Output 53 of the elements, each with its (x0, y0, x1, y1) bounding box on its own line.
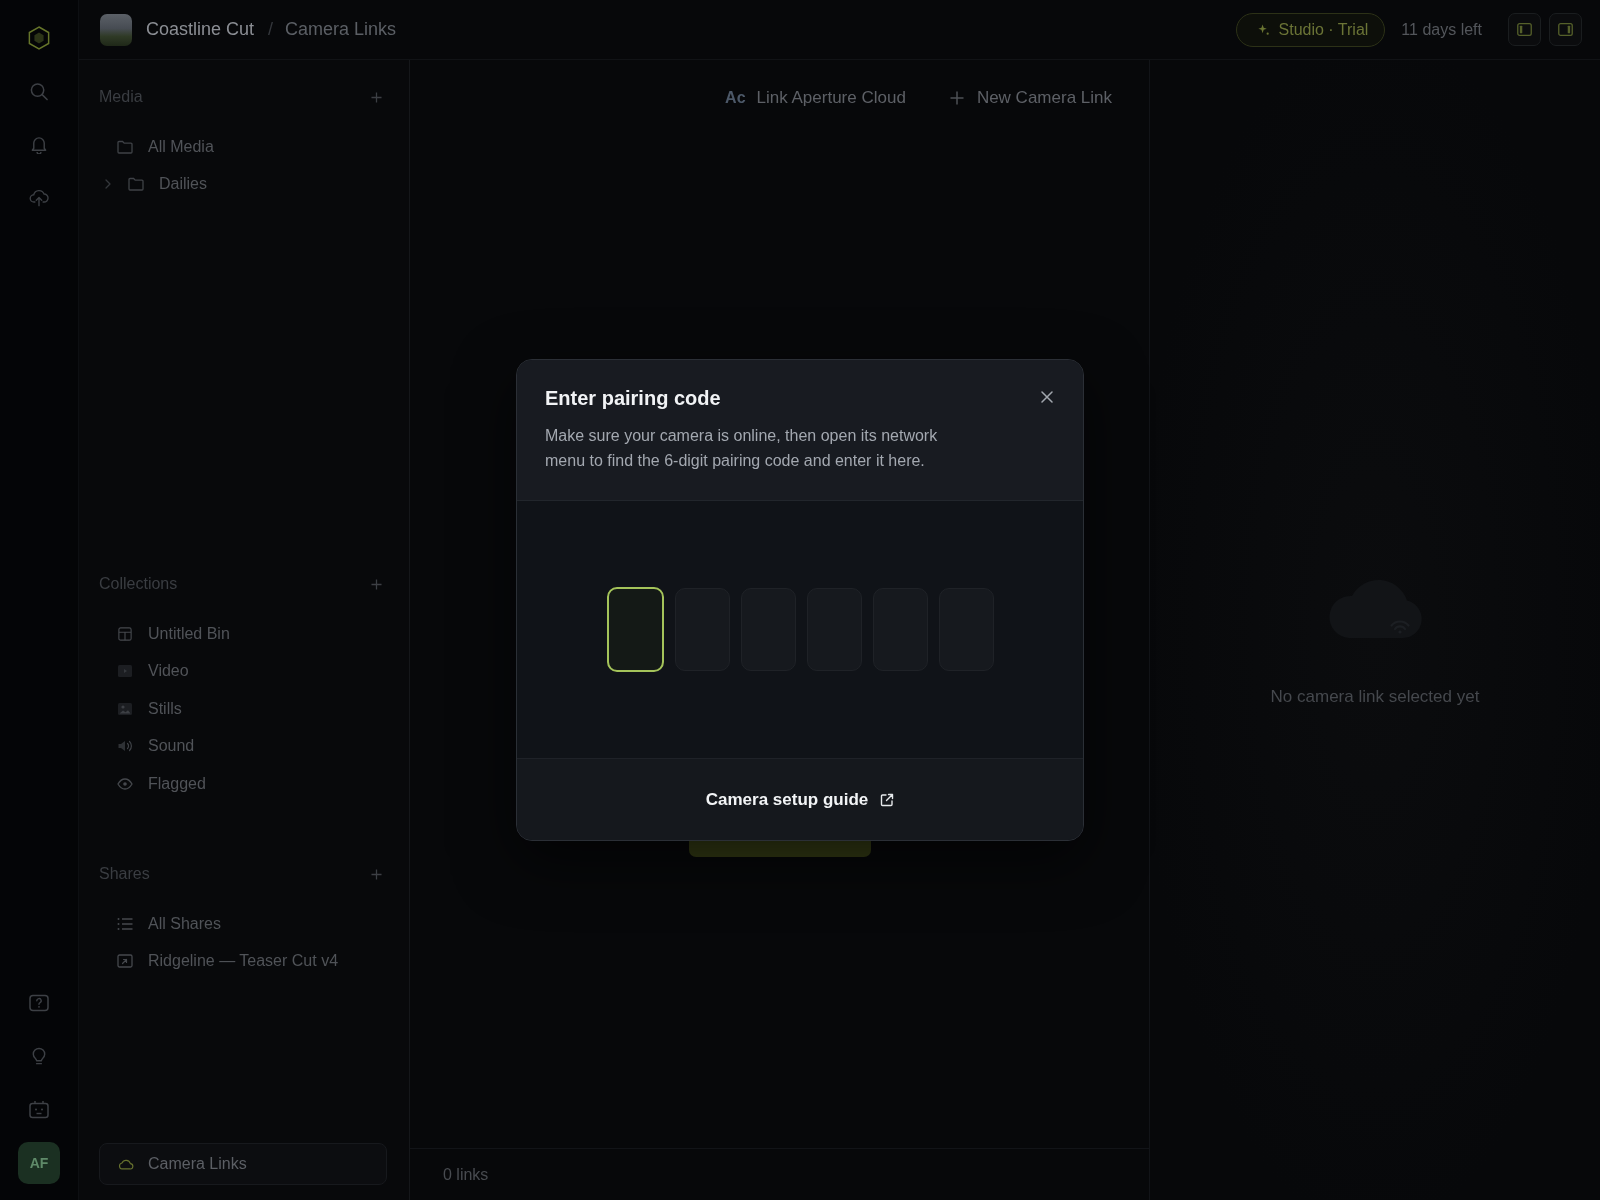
sidebar-item[interactable]: All Media (99, 128, 387, 166)
external-link-icon (880, 792, 895, 807)
help-icon[interactable] (29, 993, 49, 1013)
link-cloud-button[interactable]: Ac Link Aperture Cloud (725, 86, 906, 110)
empty-state-message: No camera link selected yet (1270, 687, 1480, 707)
sidebar-item[interactable]: Untitled Bin (99, 615, 387, 653)
list-icon (117, 916, 133, 931)
user-avatar[interactable]: AF (18, 1142, 60, 1184)
new-link-button[interactable]: New Camera Link (949, 86, 1112, 110)
video-icon (117, 664, 133, 679)
folder-icon (128, 177, 144, 192)
plus-icon[interactable] (371, 868, 382, 880)
camera-links-nav-item[interactable]: Camera Links (99, 1143, 387, 1185)
dialog-title: Enter pairing code (545, 386, 722, 411)
plus-icon (949, 91, 964, 105)
sidebar-item[interactable]: Video (99, 652, 387, 690)
sidebar-item[interactable]: Sound (99, 727, 387, 765)
folder-icon (117, 139, 133, 154)
hexagon-logo-icon[interactable] (28, 26, 50, 50)
left-panel-toggle-button[interactable] (1508, 13, 1541, 46)
plus-icon[interactable] (371, 578, 382, 590)
project-name[interactable]: Coastline Cut (146, 19, 255, 40)
plus-icon[interactable] (371, 91, 382, 103)
layout-icon (117, 626, 133, 641)
sidebar-item[interactable]: All Shares (99, 905, 387, 943)
sidebar-item[interactable]: Ridgeline — Teaser Cut v4 (99, 942, 387, 980)
speaker-icon (117, 739, 133, 754)
panel-right-icon (1558, 23, 1573, 36)
breadcrumb-separator: / (268, 19, 274, 40)
link-count: 0 links (443, 1165, 489, 1184)
setup-guide-link[interactable]: Camera setup guide (705, 789, 895, 810)
sparkle-icon (1256, 23, 1270, 36)
sidebar-item[interactable]: Dailies (99, 165, 387, 203)
cloud-upload-icon[interactable] (29, 187, 49, 207)
eye-icon (117, 776, 133, 791)
code-digit-field[interactable] (606, 587, 664, 672)
cloud-icon (118, 1158, 134, 1170)
close-icon (1041, 391, 1053, 403)
right-panel-toggle-button[interactable] (1549, 13, 1582, 46)
project-thumbnail (100, 13, 132, 46)
trial-days-left: 11 days left (1401, 20, 1482, 39)
brand-mark: Ac (725, 89, 746, 107)
dialog-description: Make sure your camera is online, then open its network menu to find the 6-digit pairing code and enter it here. (545, 426, 939, 471)
sidebar-item[interactable]: Stills (99, 690, 387, 728)
robot-icon[interactable] (29, 1099, 49, 1119)
image-icon (117, 701, 133, 716)
panel-left-icon (1517, 23, 1532, 36)
sidebar-item[interactable]: Flagged (99, 765, 387, 803)
page-title: Camera Links (285, 19, 397, 40)
bell-icon[interactable] (29, 134, 49, 154)
plan-badge[interactable]: Studio · Trial (1235, 12, 1386, 47)
chevron-icon[interactable] (105, 179, 111, 190)
search-icon[interactable] (29, 81, 49, 101)
